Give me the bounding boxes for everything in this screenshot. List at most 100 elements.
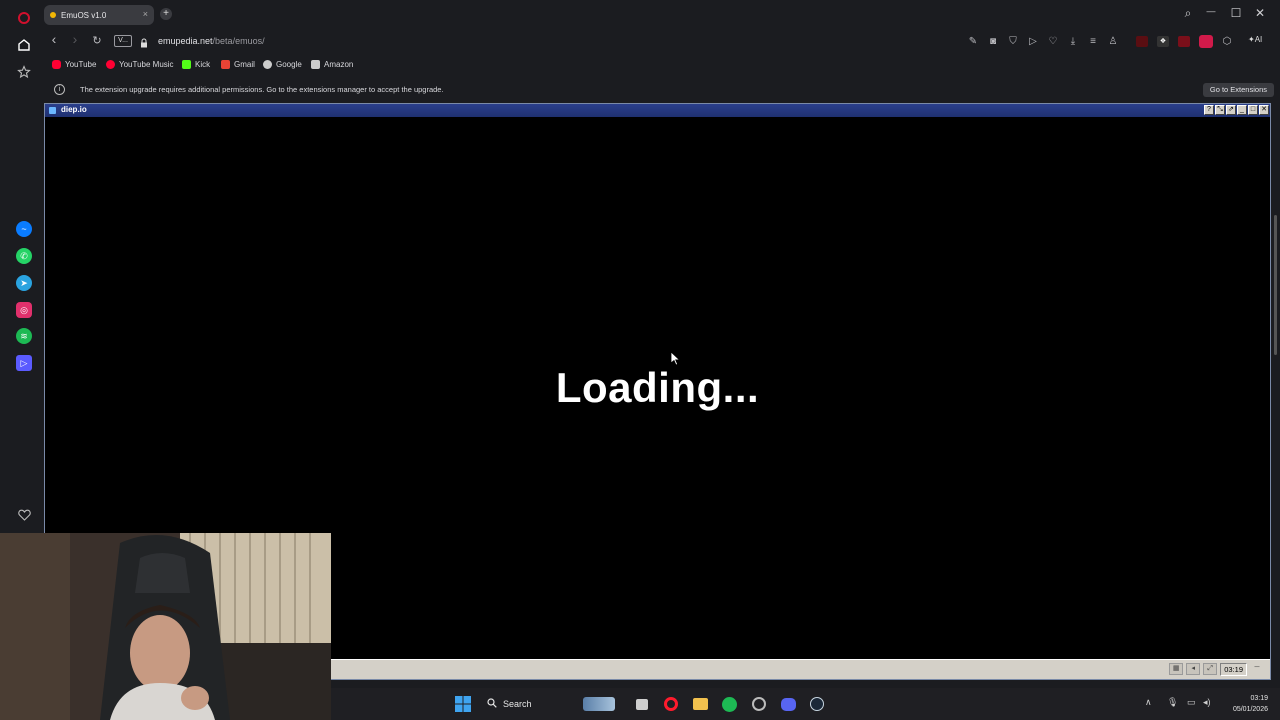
- star-icon[interactable]: [12, 60, 36, 84]
- youtube-music-icon: [106, 60, 115, 69]
- bookmark-youtube-music[interactable]: YouTube Music: [106, 60, 174, 69]
- maximize-button[interactable]: ☐: [1226, 6, 1246, 20]
- extensions-cube-icon[interactable]: ⬡: [1220, 36, 1234, 47]
- opera-taskbar-icon[interactable]: [661, 694, 681, 714]
- emu-minimize-button[interactable]: _: [1237, 105, 1247, 115]
- steam-icon[interactable]: [807, 694, 827, 714]
- bookmark-label: Google: [276, 60, 302, 69]
- emu-close-button[interactable]: ✕: [1259, 105, 1269, 115]
- page-scrollbar-track[interactable]: [1272, 103, 1280, 680]
- player-icon[interactable]: ▷: [12, 351, 36, 375]
- url-field[interactable]: emupedia.net/beta/emuos/: [158, 36, 265, 46]
- bookmark-amazon[interactable]: Amazon: [311, 60, 353, 69]
- windows-start-icon[interactable]: [453, 694, 473, 714]
- play-icon[interactable]: ▷: [1026, 36, 1040, 47]
- bookmark-kick[interactable]: Kick: [182, 60, 210, 69]
- whatsapp-icon[interactable]: ✆: [12, 244, 36, 268]
- forward-button[interactable]: ›: [67, 31, 83, 47]
- emu-maximize-button[interactable]: □: [1248, 105, 1258, 115]
- system-clock[interactable]: 03:19 05/01/2026: [1233, 693, 1268, 715]
- heart-toolbar-icon[interactable]: ♡: [1046, 36, 1060, 47]
- extension-red-icon[interactable]: [1136, 36, 1148, 47]
- home-icon[interactable]: [12, 33, 36, 57]
- emu-clock: 03:19: [1220, 662, 1247, 676]
- download-icon[interactable]: ⤓: [1066, 36, 1080, 47]
- page-scrollbar-thumb[interactable]: [1274, 215, 1277, 355]
- address-bar: ‹ › ↻ V... emupedia.net/beta/emuos/ ✎ ◙ …: [44, 30, 1280, 54]
- tab-title: EmuOS v1.0: [61, 10, 107, 20]
- url-domain: emupedia.net: [158, 36, 213, 46]
- bookmark-label: YouTube Music: [119, 60, 174, 69]
- extension-dark-icon[interactable]: ❖: [1157, 36, 1169, 47]
- new-tab-button[interactable]: +: [160, 8, 172, 20]
- file-explorer-icon[interactable]: [690, 694, 710, 714]
- ai-sparkle-icon: ✦: [1248, 35, 1255, 44]
- search-highlight-icon: [583, 697, 615, 711]
- telegram-icon[interactable]: ➤: [12, 271, 36, 295]
- extension-infobar: i The extension upgrade requires additio…: [44, 80, 1280, 100]
- extension-pink-icon[interactable]: [1199, 35, 1213, 48]
- extension-crimson-icon[interactable]: [1178, 36, 1190, 47]
- loading-text: Loading...: [555, 364, 760, 411]
- emu-show-desktop-icon[interactable]: ─: [1250, 663, 1264, 675]
- emu-window-titlebar[interactable]: diep.io ? ⤡ ⇗ _ □ ✕: [45, 104, 1270, 117]
- tab-close-button[interactable]: ×: [143, 9, 148, 19]
- emu-window-title: diep.io: [61, 105, 87, 114]
- tab-emuos[interactable]: EmuOS v1.0 ×: [44, 5, 154, 25]
- reload-button[interactable]: ↻: [89, 34, 105, 47]
- tab-search-button[interactable]: ⌕: [1178, 6, 1198, 21]
- camera-icon[interactable]: ◙: [986, 36, 1000, 47]
- ai-button[interactable]: ✦AI: [1248, 35, 1262, 44]
- minimize-button[interactable]: —: [1201, 6, 1221, 16]
- url-path: /beta/emuos/: [212, 36, 265, 46]
- help-button[interactable]: ?: [1204, 105, 1214, 115]
- go-to-extensions-button[interactable]: Go to Extensions: [1202, 83, 1274, 97]
- bookmark-google[interactable]: Google: [263, 60, 302, 69]
- tray-overflow-icon[interactable]: ∧: [1145, 697, 1152, 708]
- system-time: 03:19: [1250, 695, 1268, 702]
- vpn-badge[interactable]: V...: [114, 35, 132, 47]
- messenger-icon[interactable]: ~: [12, 217, 36, 241]
- resize-button[interactable]: ⤡: [1215, 105, 1225, 115]
- bookmark-label: Gmail: [234, 60, 255, 69]
- profile-icon[interactable]: ♙: [1106, 36, 1120, 47]
- bookmark-gmail[interactable]: Gmail: [221, 60, 255, 69]
- google-icon: [263, 60, 272, 69]
- emu-tray: ▦ ◂ ⤢ 03:19 ─: [1169, 662, 1264, 676]
- gmail-icon: [221, 60, 230, 69]
- spotify-taskbar-icon[interactable]: [719, 694, 739, 714]
- network-icon[interactable]: ▭: [1187, 697, 1196, 708]
- tab-strip: EmuOS v1.0 × + ⌕ — ☐ ✕: [44, 0, 1280, 30]
- chrome-dev-icon[interactable]: [749, 694, 769, 714]
- heart-icon[interactable]: [12, 503, 36, 527]
- search-icon: [487, 698, 497, 710]
- system-date: 05/01/2026: [1232, 706, 1268, 713]
- emu-tray-sound-icon[interactable]: ◂: [1186, 663, 1201, 675]
- close-window-button[interactable]: ✕: [1250, 6, 1270, 20]
- shield-icon[interactable]: ⛉: [1006, 36, 1020, 47]
- emu-tray-expand-icon[interactable]: ⤢: [1203, 663, 1218, 675]
- discord-icon[interactable]: [778, 694, 798, 714]
- volume-icon[interactable]: ◂): [1203, 697, 1211, 708]
- bookmark-label: Kick: [195, 60, 211, 69]
- popout-button[interactable]: ⇗: [1226, 105, 1236, 115]
- info-icon: i: [54, 84, 65, 95]
- back-button[interactable]: ‹: [46, 31, 62, 47]
- kick-icon: [182, 60, 191, 69]
- tab-favicon-icon: [50, 12, 56, 18]
- bookmark-youtube[interactable]: YouTube: [52, 60, 96, 69]
- opera-logo-icon[interactable]: [12, 6, 36, 30]
- infobar-message: The extension upgrade requires additiona…: [80, 85, 444, 94]
- snapshot-icon[interactable]: ✎: [966, 36, 980, 47]
- bookmark-label: YouTube: [65, 60, 97, 69]
- instagram-icon[interactable]: ◎: [12, 298, 36, 322]
- bookmarks-bar: YouTube YouTube Music Kick Gmail Google …: [44, 58, 1280, 76]
- amazon-icon: [311, 60, 320, 69]
- spotify-icon[interactable]: ≋: [12, 324, 36, 348]
- menu-icon[interactable]: ≡: [1086, 36, 1100, 47]
- task-view-icon[interactable]: [632, 694, 652, 714]
- taskbar-search[interactable]: Search: [479, 694, 619, 714]
- emu-tray-network-icon[interactable]: ▦: [1169, 663, 1184, 675]
- microphone-icon[interactable]: 🎙︎: [1167, 697, 1178, 708]
- lock-icon[interactable]: [140, 35, 148, 53]
